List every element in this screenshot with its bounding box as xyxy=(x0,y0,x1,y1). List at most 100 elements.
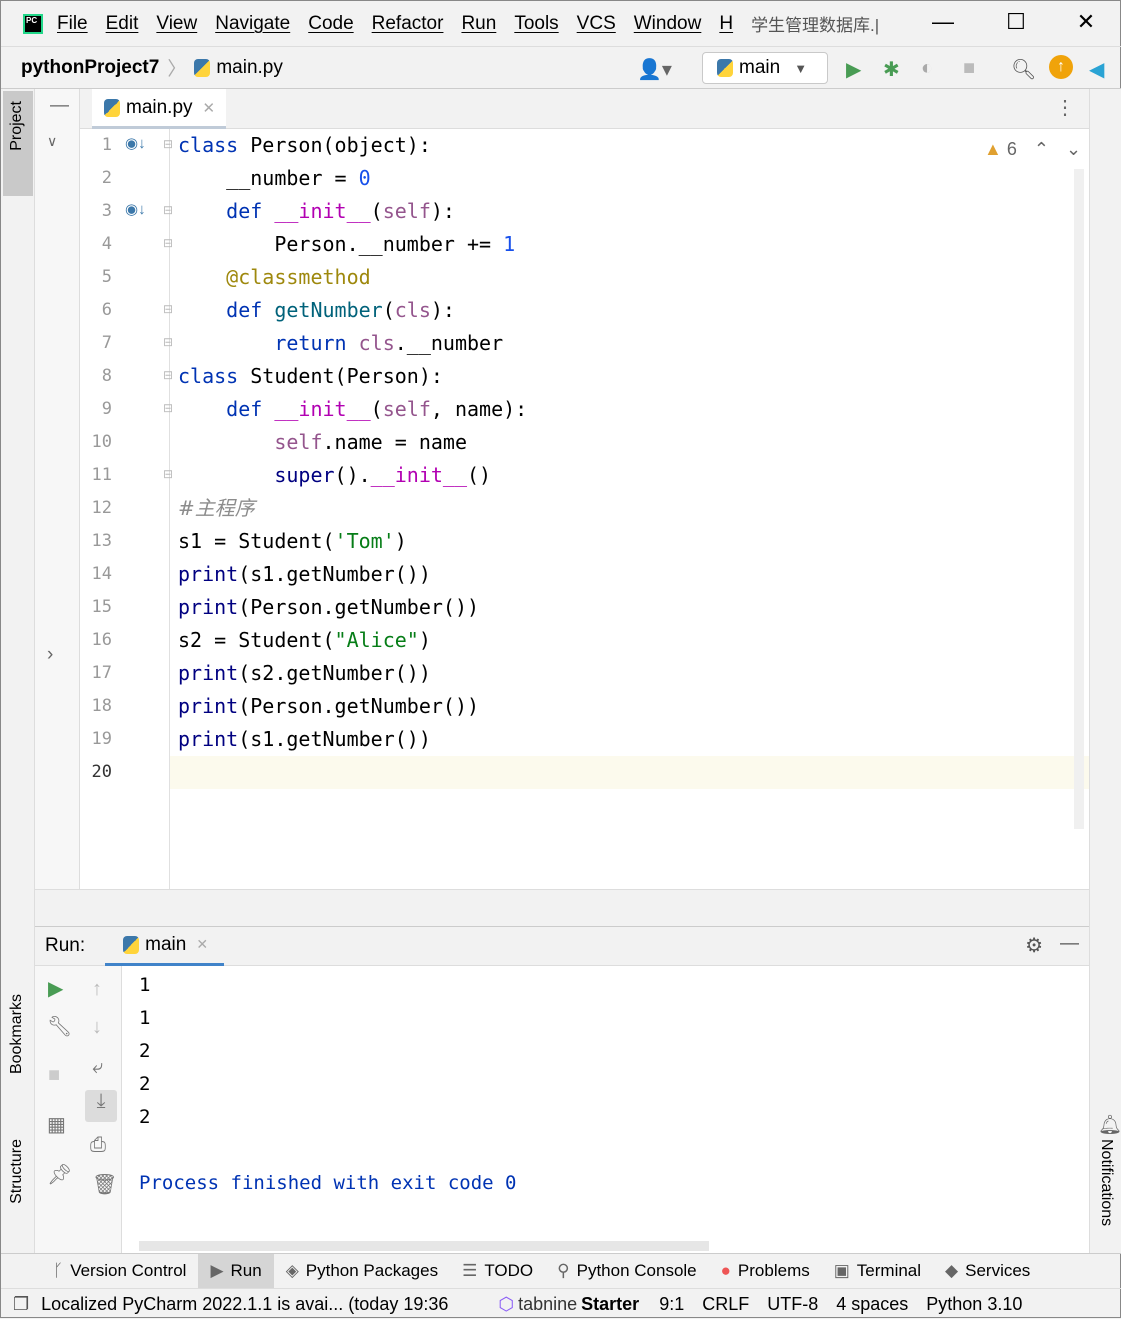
tool-window-python-packages[interactable]: ◈ Python Packages xyxy=(274,1254,450,1289)
event-log-icon[interactable]: ❐ xyxy=(13,1294,29,1315)
coverage-icon[interactable]: ◐ xyxy=(921,57,933,80)
file-encoding[interactable]: UTF-8 xyxy=(767,1294,818,1315)
tool-window-terminal[interactable]: ▣ Terminal xyxy=(822,1254,933,1289)
breadcrumb-project[interactable]: pythonProject7 xyxy=(21,57,159,79)
editor-scrollbar[interactable] xyxy=(1074,169,1084,829)
breadcrumb-file[interactable]: main.py xyxy=(216,57,283,79)
bookmarks-tool-button[interactable]: Bookmarks xyxy=(8,994,26,1074)
fold-icon[interactable]: ⊟ xyxy=(163,368,173,382)
code-line[interactable]: print(Person.getNumber()) xyxy=(178,591,479,624)
code-line[interactable]: print(s1.getNumber()) xyxy=(178,558,431,591)
search-icon[interactable]: 🔍︎ xyxy=(1011,57,1036,82)
down-arrow-icon[interactable]: ↓ xyxy=(92,1016,102,1039)
pin-icon[interactable]: 📌︎ xyxy=(47,1162,72,1187)
project-tool-button[interactable]: Project xyxy=(8,101,26,151)
stop-icon[interactable]: ■ xyxy=(963,57,975,80)
menu-refactor[interactable]: Refactor xyxy=(372,13,444,35)
menu-h[interactable]: H xyxy=(719,13,733,35)
menu-code[interactable]: Code xyxy=(308,13,353,35)
structure-tool-button[interactable]: Structure xyxy=(8,1139,26,1204)
collapse-icon[interactable]: — xyxy=(50,95,69,117)
chevron-right-icon[interactable]: › xyxy=(47,644,53,666)
run-icon[interactable]: ▶ xyxy=(846,57,861,82)
up-arrow-icon[interactable]: ↑ xyxy=(92,978,102,1001)
rerun-icon[interactable]: ▶ xyxy=(48,976,63,1001)
code-line[interactable]: return cls.__number xyxy=(178,327,503,360)
code-line[interactable]: print(Person.getNumber()) xyxy=(178,690,479,723)
code-line[interactable]: @classmethod xyxy=(178,261,371,294)
tabnine-plan[interactable]: Starter xyxy=(581,1294,639,1315)
code-line[interactable]: super().__init__() xyxy=(178,459,491,492)
tab-main-py[interactable]: main.py ✕ xyxy=(92,89,226,129)
code-line[interactable]: class Person(object): xyxy=(178,129,431,162)
fold-icon[interactable]: ⊟ xyxy=(163,302,173,316)
tool-window-services[interactable]: ◆ Services xyxy=(933,1254,1042,1289)
run-config-select[interactable]: main ▼ xyxy=(702,52,828,84)
menu-edit[interactable]: Edit xyxy=(106,13,139,35)
code-line[interactable]: print(s1.getNumber()) xyxy=(178,723,431,756)
stop-icon[interactable]: ■ xyxy=(48,1064,60,1087)
debug-icon[interactable]: ✱ xyxy=(883,57,900,82)
menu-window[interactable]: Window xyxy=(634,13,702,35)
indent-setting[interactable]: 4 spaces xyxy=(836,1294,908,1315)
code-line[interactable]: def getNumber(cls): xyxy=(178,294,455,327)
code-line[interactable]: class Student(Person): xyxy=(178,360,443,393)
gear-icon[interactable]: ⚙ xyxy=(1025,933,1043,958)
more-icon[interactable]: ⋮ xyxy=(1055,95,1075,120)
line-separator[interactable]: CRLF xyxy=(702,1294,749,1315)
tool-window-python-console[interactable]: ⚲ Python Console xyxy=(545,1254,708,1289)
code-line[interactable]: s1 = Student('Tom') xyxy=(178,525,407,558)
trash-icon[interactable]: 🗑︎ xyxy=(92,1172,117,1197)
notifications-tool-button[interactable]: Notifications xyxy=(1097,1139,1115,1226)
tool-window-version-control[interactable]: ᚴ Version Control xyxy=(41,1254,198,1289)
inspection-widget[interactable]: ▲ 6 ⌃ ⌄ xyxy=(984,139,1081,160)
close-tab-icon[interactable]: ✕ xyxy=(196,936,208,953)
close-button[interactable]: ✕ xyxy=(1066,9,1106,35)
tool-window-problems[interactable]: ● Problems xyxy=(709,1254,822,1289)
fold-icon[interactable]: ⊟ xyxy=(163,335,173,349)
print-icon[interactable]: ⎙ xyxy=(90,1134,106,1157)
notifications-icon[interactable]: 🔔︎ xyxy=(1098,1113,1121,1137)
editor-horizontal-scroll[interactable] xyxy=(35,889,1089,926)
soft-wrap-icon[interactable]: ⤶ xyxy=(92,1056,103,1079)
status-message[interactable]: Localized PyCharm 2022.1.1 is avai... (t… xyxy=(41,1294,448,1315)
close-tab-icon[interactable]: ✕ xyxy=(203,99,216,117)
chevron-down-icon[interactable]: ∨ xyxy=(47,133,57,150)
tool-window-run[interactable]: ▶ Run xyxy=(198,1253,274,1289)
code-line[interactable]: Person.__number += 1 xyxy=(178,228,515,261)
update-icon[interactable]: ↑ xyxy=(1049,55,1073,79)
maximize-button[interactable]: ☐ xyxy=(996,9,1036,35)
tabnine-label[interactable]: tabnine xyxy=(518,1294,577,1315)
layout-icon[interactable]: ▦ xyxy=(47,1112,66,1137)
menu-vcs[interactable]: VCS xyxy=(577,13,616,35)
code-line[interactable]: self.name = name xyxy=(178,426,467,459)
fold-icon[interactable]: ⊟ xyxy=(163,467,173,481)
tabnine-icon[interactable]: ◀ xyxy=(1089,57,1104,82)
run-tab-main[interactable]: main ✕ xyxy=(105,926,225,966)
python-interpreter[interactable]: Python 3.10 xyxy=(926,1294,1022,1315)
scroll-to-end-icon[interactable]: ⤓ xyxy=(85,1090,117,1122)
tool-window-todo[interactable]: ☰ TODO xyxy=(450,1254,545,1289)
wrench-icon[interactable]: 🔧︎ xyxy=(47,1014,72,1039)
menu-view[interactable]: View xyxy=(156,13,197,35)
minimize-button[interactable]: — xyxy=(923,9,963,35)
code-line[interactable]: def __init__(self): xyxy=(178,195,455,228)
fold-icon[interactable]: ⊟ xyxy=(163,236,173,250)
code-line[interactable]: print(s2.getNumber()) xyxy=(178,657,431,690)
code-line[interactable]: #主程序 xyxy=(178,492,255,525)
menu-file[interactable]: File xyxy=(57,13,88,35)
code-line[interactable]: __number = 0 xyxy=(178,162,371,195)
fold-icon[interactable]: ⊟ xyxy=(163,203,173,217)
code-line[interactable]: def __init__(self, name): xyxy=(178,393,527,426)
caret-position[interactable]: 9:1 xyxy=(659,1294,684,1315)
code-line[interactable]: s2 = Student("Alice") xyxy=(178,624,431,657)
menu-tools[interactable]: Tools xyxy=(514,13,558,35)
console-h-scrollbar[interactable] xyxy=(139,1241,709,1251)
user-icon[interactable]: 👤▾ xyxy=(637,57,672,82)
fold-icon[interactable]: ⊟ xyxy=(163,401,173,415)
override-marker-icon[interactable]: ◉↓ xyxy=(125,134,146,152)
fold-icon[interactable]: ⊟ xyxy=(163,137,173,151)
menu-run[interactable]: Run xyxy=(461,13,496,35)
minimize-panel-icon[interactable]: — xyxy=(1060,933,1079,955)
menu-navigate[interactable]: Navigate xyxy=(215,13,290,35)
